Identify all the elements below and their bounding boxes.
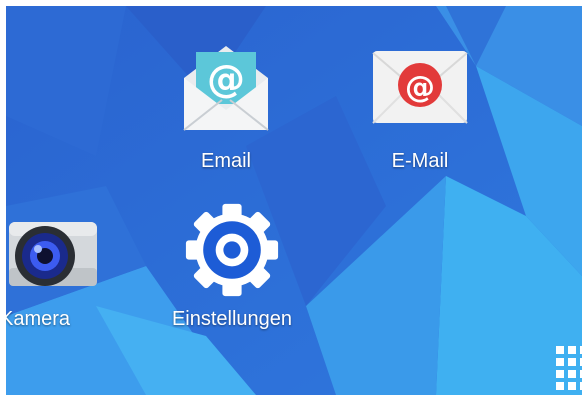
app-kamera[interactable]: Kamera bbox=[6, 202, 100, 342]
camera-icon bbox=[6, 212, 101, 295]
gear-icon bbox=[184, 202, 280, 303]
app-label-einstellungen: Einstellungen bbox=[171, 308, 293, 330]
email-envelope-icon: @ bbox=[176, 38, 276, 143]
home-screen: @ Email @ E-Mail Kamera Einstellungen bbox=[6, 6, 582, 395]
svg-text:@: @ bbox=[405, 70, 435, 105]
app-email[interactable]: @ Email bbox=[166, 32, 286, 182]
app-label-email: Email bbox=[200, 150, 251, 172]
app-label-e-mail: E-Mail bbox=[391, 150, 449, 172]
svg-text:@: @ bbox=[207, 57, 245, 101]
apps-button[interactable] bbox=[554, 342, 582, 395]
app-grid-icon bbox=[554, 346, 582, 395]
email-red-envelope-icon: @ bbox=[371, 49, 469, 130]
app-e-mail[interactable]: @ E-Mail bbox=[360, 32, 480, 182]
app-label-kamera: Kamera bbox=[6, 308, 71, 330]
app-einstellungen[interactable]: Einstellungen bbox=[152, 202, 312, 342]
